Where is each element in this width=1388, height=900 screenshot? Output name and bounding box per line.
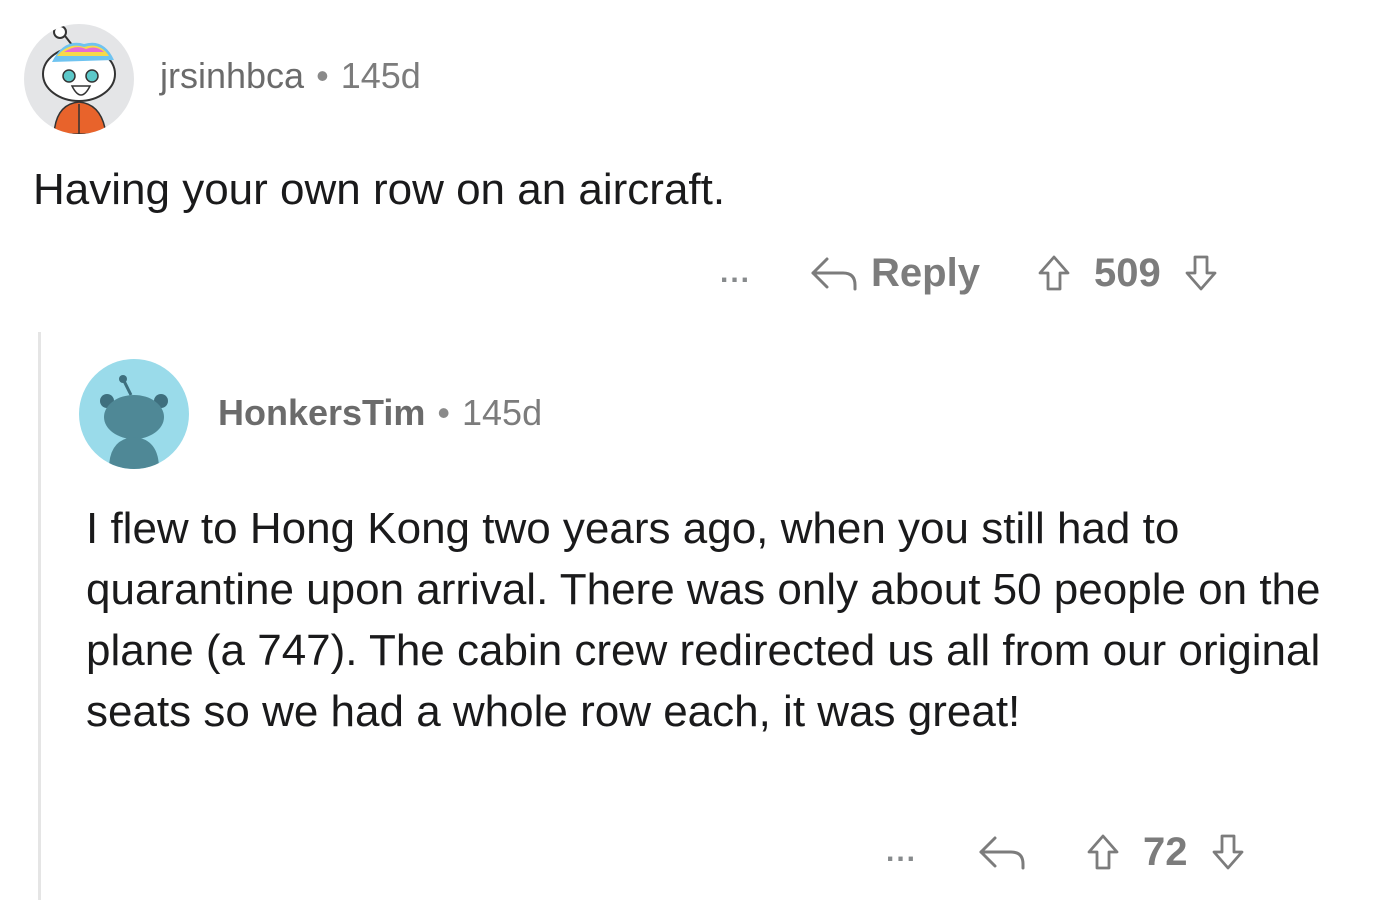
reply-button[interactable] — [975, 832, 1027, 872]
comment-age: 145d — [340, 55, 421, 96]
comment-meta: jrsinhbca • 145d — [160, 55, 421, 97]
thread-line[interactable] — [38, 332, 41, 900]
vote-controls: 509 — [1036, 251, 1219, 296]
reply-arrow-icon — [811, 257, 857, 291]
downvote-arrow-icon[interactable] — [1210, 832, 1246, 872]
comment-actions: ... Reply 509 — [720, 245, 1219, 301]
comment-meta: HonkersTim • 145d — [218, 392, 542, 434]
reply-label: Reply — [871, 250, 980, 295]
reply-button[interactable]: Reply — [807, 251, 980, 296]
comment-actions: ... 72 — [886, 824, 1246, 880]
comment-body: Having your own row on an aircraft. — [33, 165, 726, 214]
vote-count: 509 — [1093, 250, 1161, 295]
meta-separator: • — [316, 55, 329, 96]
snoo-avatar-icon — [100, 375, 168, 469]
snoo-avatar-icon — [42, 25, 116, 134]
vote-count: 72 — [1143, 829, 1188, 874]
username-link[interactable]: jrsinhbca — [160, 55, 304, 96]
vote-controls: 72 — [1085, 830, 1246, 875]
upvote-arrow-icon[interactable] — [1085, 832, 1121, 872]
more-options-button[interactable]: ... — [886, 835, 917, 869]
avatar[interactable] — [24, 24, 134, 134]
downvote-arrow-icon[interactable] — [1183, 253, 1219, 293]
reply-arrow-icon — [979, 836, 1025, 870]
meta-separator: • — [437, 392, 451, 433]
upvote-arrow-icon[interactable] — [1036, 253, 1072, 293]
username-link[interactable]: HonkersTim — [218, 392, 425, 433]
avatar[interactable] — [79, 359, 189, 469]
comment-body: I flew to Hong Kong two years ago, when … — [86, 504, 1321, 736]
comment-age: 145d — [462, 392, 543, 433]
more-options-button[interactable]: ... — [720, 256, 751, 290]
